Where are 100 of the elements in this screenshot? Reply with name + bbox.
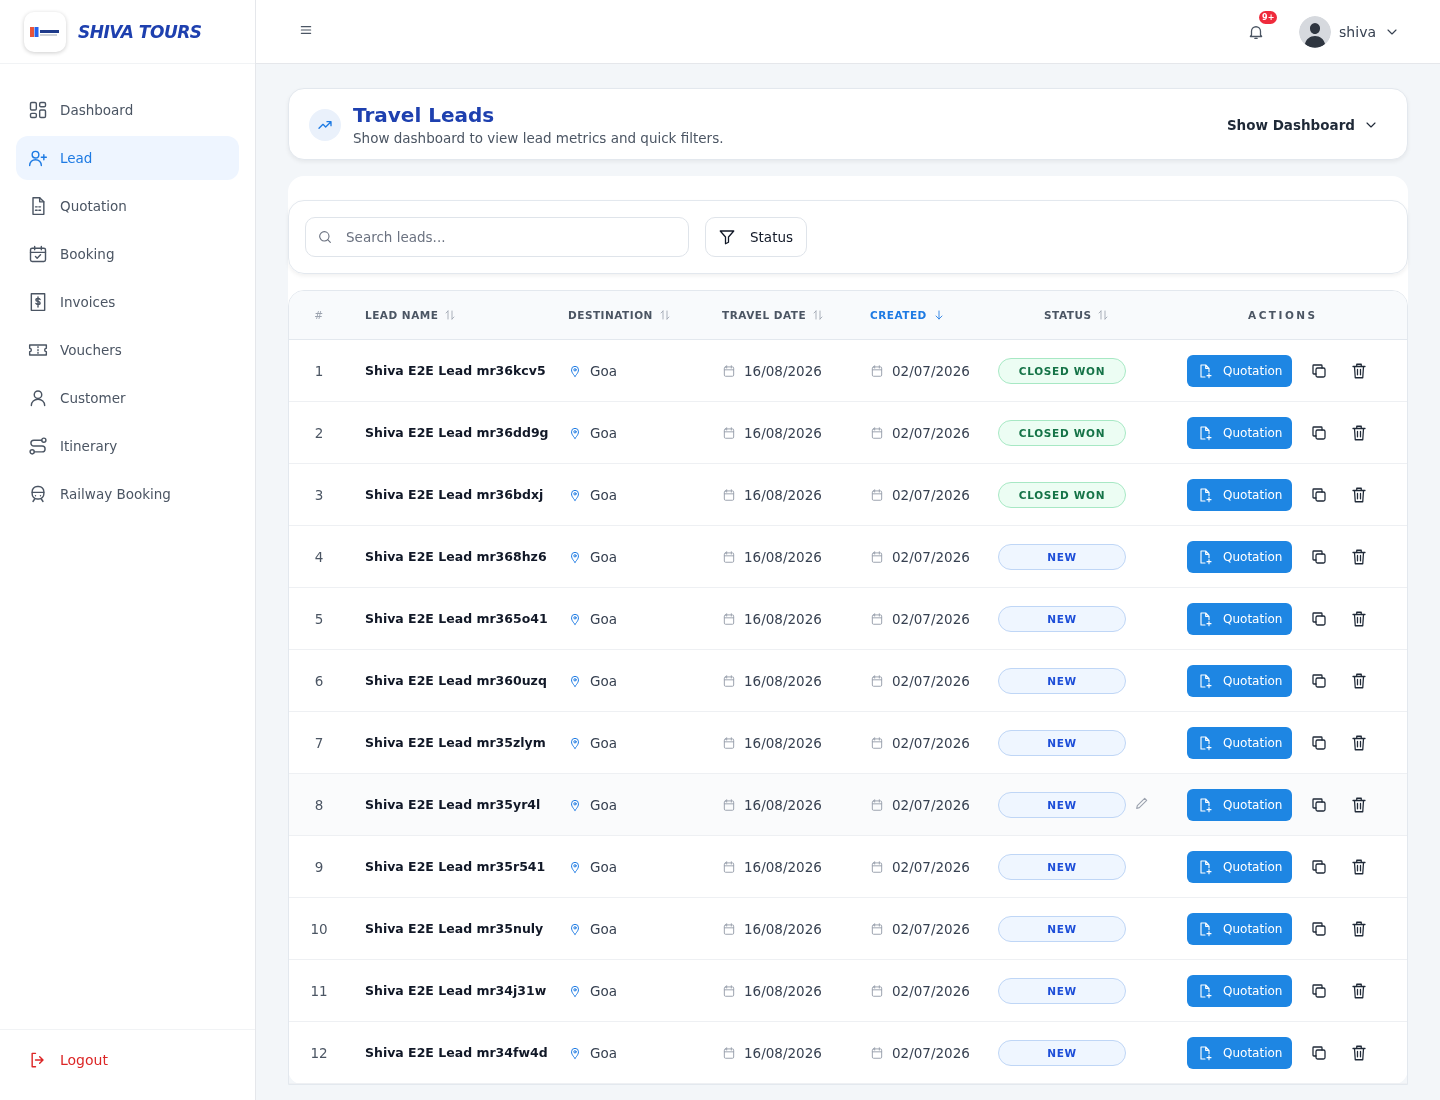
destination: Goa	[590, 362, 617, 379]
brand-name: SHIVA TOURS	[78, 21, 202, 42]
trash-icon	[1350, 485, 1369, 504]
row-number: 10	[309, 920, 329, 937]
status-badge: NEW	[998, 543, 1126, 570]
destination: Goa	[590, 796, 617, 813]
nav-item[interactable]: Booking	[16, 232, 239, 276]
nav-item[interactable]: Dashboard	[16, 88, 239, 132]
quotation-button[interactable]: Quotation	[1187, 788, 1293, 821]
quotation-button[interactable]: Quotation	[1187, 354, 1293, 387]
logo	[24, 11, 66, 52]
column-header[interactable]: TRAVEL DATE	[722, 309, 870, 321]
location-pin-icon	[568, 921, 582, 936]
column-header[interactable]: DESTINATION	[568, 309, 722, 321]
status-badge: CLOSED WON	[998, 481, 1126, 508]
search-field[interactable]: Search leads...	[305, 217, 689, 257]
document-plus-icon	[1197, 734, 1213, 751]
nav-item[interactable]: Invoices	[16, 280, 239, 324]
show-dashboard-button[interactable]: Show Dashboard	[1220, 115, 1385, 134]
user-plus-icon	[28, 148, 48, 168]
quotation-button[interactable]: Quotation	[1187, 974, 1293, 1007]
nav-item[interactable]: Vouchers	[16, 328, 239, 372]
travel-date: 16/08/2026	[744, 672, 822, 689]
user-menu[interactable]: shiva	[1299, 15, 1400, 48]
nav-item[interactable]: Itinerary	[16, 424, 239, 468]
quotation-button[interactable]: Quotation	[1187, 416, 1293, 449]
nav-item[interactable]: Customer	[16, 376, 239, 420]
location-pin-icon	[568, 735, 582, 750]
nav-item[interactable]: Railway Booking	[16, 472, 239, 516]
trash-icon	[1350, 423, 1369, 442]
calendar-icon	[722, 673, 736, 688]
status-badge: NEW	[998, 977, 1126, 1004]
calendar-icon	[870, 735, 884, 750]
receipt-icon	[28, 292, 48, 312]
quotation-button[interactable]: Quotation	[1187, 850, 1293, 883]
calendar-icon	[722, 921, 736, 936]
location-pin-icon	[568, 487, 582, 502]
travel-date: 16/08/2026	[744, 920, 822, 937]
lead-name: Shiva E2E Lead mr36kcv5	[365, 363, 547, 378]
lead-name: Shiva E2E Lead mr35zlym	[365, 735, 547, 750]
user-icon	[28, 388, 48, 408]
calendar-icon	[870, 611, 884, 626]
calendar-icon	[870, 1045, 884, 1060]
column-header: #	[313, 309, 325, 321]
location-pin-icon	[568, 673, 582, 688]
page-title: Travel Leads	[353, 103, 496, 127]
column-header[interactable]: LEAD NAME	[365, 309, 568, 321]
row-number: 12	[309, 1044, 329, 1061]
destination: Goa	[590, 548, 617, 565]
travel-date: 16/08/2026	[744, 796, 822, 813]
location-pin-icon	[568, 611, 582, 626]
destination: Goa	[590, 672, 617, 689]
document-plus-icon	[1197, 982, 1213, 999]
location-pin-icon	[568, 797, 582, 812]
status-badge: CLOSED WON	[998, 357, 1126, 384]
calendar-icon	[722, 549, 736, 564]
nav-item[interactable]: Lead	[16, 136, 239, 180]
destination: Goa	[590, 858, 617, 875]
column-header: ACTIONS	[1247, 309, 1319, 321]
travel-date: 16/08/2026	[744, 362, 822, 379]
filter-icon	[718, 228, 736, 246]
row-number: 3	[313, 486, 325, 503]
created-date: 02/07/2026	[892, 1044, 970, 1061]
lead-name: Shiva E2E Lead mr365o41	[365, 611, 549, 626]
quotation-button[interactable]: Quotation	[1187, 540, 1293, 573]
document-plus-icon	[1197, 1044, 1213, 1061]
copy-icon	[1310, 733, 1329, 752]
row-number: 4	[313, 548, 325, 565]
nav-item[interactable]: Quotation	[16, 184, 239, 228]
destination: Goa	[590, 1044, 617, 1061]
calendar-icon	[870, 797, 884, 812]
calendar-icon	[870, 673, 884, 688]
quotation-button[interactable]: Quotation	[1187, 602, 1293, 635]
status-badge: NEW	[998, 791, 1126, 818]
column-header[interactable]: CREATED	[870, 309, 998, 321]
created-date: 02/07/2026	[892, 672, 970, 689]
status-badge: CLOSED WON	[998, 419, 1126, 446]
created-date: 02/07/2026	[892, 424, 970, 441]
status-filter-button[interactable]: Status	[705, 217, 808, 257]
quotation-button[interactable]: Quotation	[1187, 478, 1293, 511]
copy-icon	[1310, 1043, 1329, 1062]
sort-icon	[658, 309, 671, 321]
row-number: 9	[313, 858, 325, 875]
destination: Goa	[590, 424, 617, 441]
trash-icon	[1350, 981, 1369, 1000]
lead-name: Shiva E2E Lead mr35nuly	[365, 921, 545, 936]
quotation-button[interactable]: Quotation	[1187, 912, 1293, 945]
travel-date: 16/08/2026	[744, 734, 822, 751]
created-date: 02/07/2026	[892, 796, 970, 813]
copy-icon	[1310, 919, 1329, 938]
logout-link[interactable]: Logout	[28, 1050, 108, 1070]
column-header[interactable]: STATUS	[998, 309, 1187, 321]
document-plus-icon	[1197, 362, 1213, 379]
copy-icon	[1310, 857, 1329, 876]
created-date: 02/07/2026	[892, 920, 970, 937]
created-date: 02/07/2026	[892, 362, 970, 379]
trash-icon	[1350, 795, 1369, 814]
quotation-button[interactable]: Quotation	[1187, 726, 1293, 759]
quotation-button[interactable]: Quotation	[1187, 1036, 1293, 1069]
quotation-button[interactable]: Quotation	[1187, 664, 1293, 697]
